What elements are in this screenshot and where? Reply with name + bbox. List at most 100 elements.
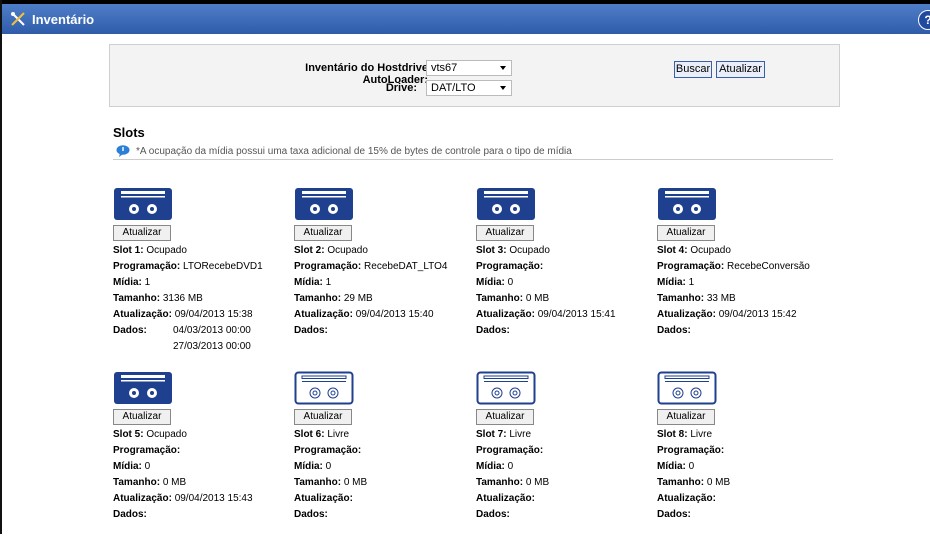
slot-label: Slot 6:	[294, 429, 325, 440]
midia-label: Mídia:	[294, 277, 323, 288]
tape-occupied-icon	[114, 372, 172, 404]
slot-status-value: Ocupado	[146, 429, 187, 440]
slot-programacao: Programação:	[657, 445, 724, 456]
tamanho-label: Tamanho:	[657, 477, 705, 488]
atualizacao-label: Atualização:	[476, 309, 535, 320]
slot-status: Slot 6: Livre	[294, 429, 349, 440]
slot-update-button[interactable]: Atualizar	[113, 409, 171, 425]
window-left-border	[0, 0, 2, 534]
slot-status-value: Ocupado	[146, 245, 187, 256]
slot-update-button[interactable]: Atualizar	[476, 409, 534, 425]
search-button[interactable]: Buscar	[674, 61, 712, 78]
atualizacao-label: Atualização:	[294, 493, 353, 504]
drive-label: Drive:	[385, 82, 417, 94]
chevron-down-icon	[500, 86, 506, 90]
slot-card: Atualizar Slot 6: Livre Programação: Mídia…	[294, 371, 474, 541]
slot-tamanho: Tamanho: 0 MB	[476, 477, 549, 488]
slot-status-value: Ocupado	[690, 245, 731, 256]
help-icon[interactable]: ?	[918, 10, 930, 30]
slot-card: Atualizar Slot 4: Ocupado Programação: Rec…	[657, 187, 837, 357]
tape-free-icon	[476, 371, 536, 405]
dados-label: Dados:	[657, 509, 691, 520]
slot-label: Slot 8:	[657, 429, 688, 440]
slot-tamanho: Tamanho: 29 MB	[294, 293, 373, 304]
slot-update-button[interactable]: Atualizar	[294, 225, 352, 241]
midia-label: Mídia:	[294, 461, 323, 472]
tamanho-label: Tamanho:	[657, 293, 705, 304]
programacao-label: Programação:	[294, 445, 362, 456]
slot-tamanho: Tamanho: 0 MB	[294, 477, 367, 488]
slot-tamanho: Tamanho: 33 MB	[657, 293, 736, 304]
programacao-value: LTORecebeDVD1	[183, 261, 263, 272]
programacao-value: RecebeDAT_LTO4	[364, 261, 448, 272]
slot-dados: Dados:	[476, 325, 510, 336]
drive-select-value: DAT/LTO	[431, 82, 476, 94]
slot-update-button[interactable]: Atualizar	[294, 409, 352, 425]
slot-midia: Mídia: 1	[113, 277, 150, 288]
slot-tamanho: Tamanho: 0 MB	[476, 293, 549, 304]
slot-dados: Dados:	[657, 325, 691, 336]
midia-value: 1	[688, 277, 695, 288]
slot-programacao: Programação: RecebeDAT_LTO4	[294, 261, 447, 272]
slot-update-button[interactable]: Atualizar	[657, 409, 715, 425]
tamanho-label: Tamanho:	[294, 293, 342, 304]
dados-label: Dados:	[113, 509, 147, 520]
slot-card: Atualizar Slot 2: Ocupado Programação: Rec…	[294, 187, 474, 357]
dados-label: Dados:	[294, 325, 328, 336]
slot-programacao: Programação: LTORecebeDVD1	[113, 261, 263, 272]
slot-card: Atualizar Slot 5: Ocupado Programação: Míd…	[113, 371, 293, 541]
slot-status-value: Livre	[509, 429, 532, 440]
tamanho-label: Tamanho:	[294, 477, 342, 488]
tamanho-value: 3136 MB	[162, 293, 203, 304]
chevron-down-icon	[500, 66, 506, 70]
dados-label: Dados:	[294, 509, 328, 520]
slot-atualizacao: Atualização: 09/04/2013 15:43	[113, 493, 253, 504]
refresh-button[interactable]: Atualizar	[716, 61, 765, 78]
atualizacao-label: Atualização:	[657, 493, 716, 504]
slot-label: Slot 2:	[294, 245, 325, 256]
slot-atualizacao: Atualização:	[476, 493, 535, 504]
tape-occupied-icon	[114, 188, 172, 220]
slot-update-button[interactable]: Atualizar	[657, 225, 715, 241]
tamanho-value: 0 MB	[706, 477, 731, 488]
slot-status: Slot 2: Ocupado	[294, 245, 368, 256]
atualizacao-label: Atualização:	[113, 493, 172, 504]
programacao-label: Programação:	[657, 261, 725, 272]
slot-card: Atualizar Slot 7: Livre Programação: Mídia…	[476, 371, 656, 541]
midia-label: Mídia:	[476, 277, 505, 288]
slot-midia: Mídia: 0	[476, 277, 513, 288]
tamanho-value: 0 MB	[525, 477, 550, 488]
slot-atualizacao: Atualização: 09/04/2013 15:38	[113, 309, 253, 320]
midia-value: 0	[325, 461, 332, 472]
programacao-label: Programação:	[294, 261, 362, 272]
slot-atualizacao: Atualização: 09/04/2013 15:40	[294, 309, 434, 320]
midia-label: Mídia:	[113, 277, 142, 288]
slot-dados: Dados:	[113, 325, 147, 336]
tape-free-icon	[294, 371, 354, 405]
slot-programacao: Programação: RecebeConversão	[657, 261, 810, 272]
slot-update-button[interactable]: Atualizar	[113, 225, 171, 241]
slot-label: Slot 3:	[476, 245, 507, 256]
section-divider	[113, 159, 833, 160]
slot-update-button[interactable]: Atualizar	[476, 225, 534, 241]
slot-status: Slot 5: Ocupado	[113, 429, 187, 440]
tamanho-value: 0 MB	[343, 477, 368, 488]
slot-tamanho: Tamanho: 0 MB	[113, 477, 186, 488]
drive-select[interactable]: DAT/LTO	[426, 80, 512, 96]
slot-card: Atualizar Slot 8: Livre Programação: Mídia…	[657, 371, 837, 541]
tape-free-icon	[657, 371, 717, 405]
slot-midia: Mídia: 0	[657, 461, 694, 472]
programacao-value: RecebeConversão	[727, 261, 810, 272]
slot-dados: Dados:	[657, 509, 691, 520]
programacao-label: Programação:	[476, 261, 544, 272]
slot-atualizacao: Atualização: 09/04/2013 15:42	[657, 309, 797, 320]
tamanho-value: 0 MB	[525, 293, 550, 304]
midia-label: Mídia:	[113, 461, 142, 472]
slot-midia: Mídia: 1	[294, 277, 331, 288]
slot-status-value: Livre	[690, 429, 713, 440]
atualizacao-value: 09/04/2013 15:38	[174, 309, 253, 320]
tools-icon	[11, 12, 25, 26]
autoloader-select[interactable]: vts67	[426, 60, 512, 76]
tamanho-label: Tamanho:	[476, 293, 524, 304]
slot-label: Slot 1:	[113, 245, 144, 256]
